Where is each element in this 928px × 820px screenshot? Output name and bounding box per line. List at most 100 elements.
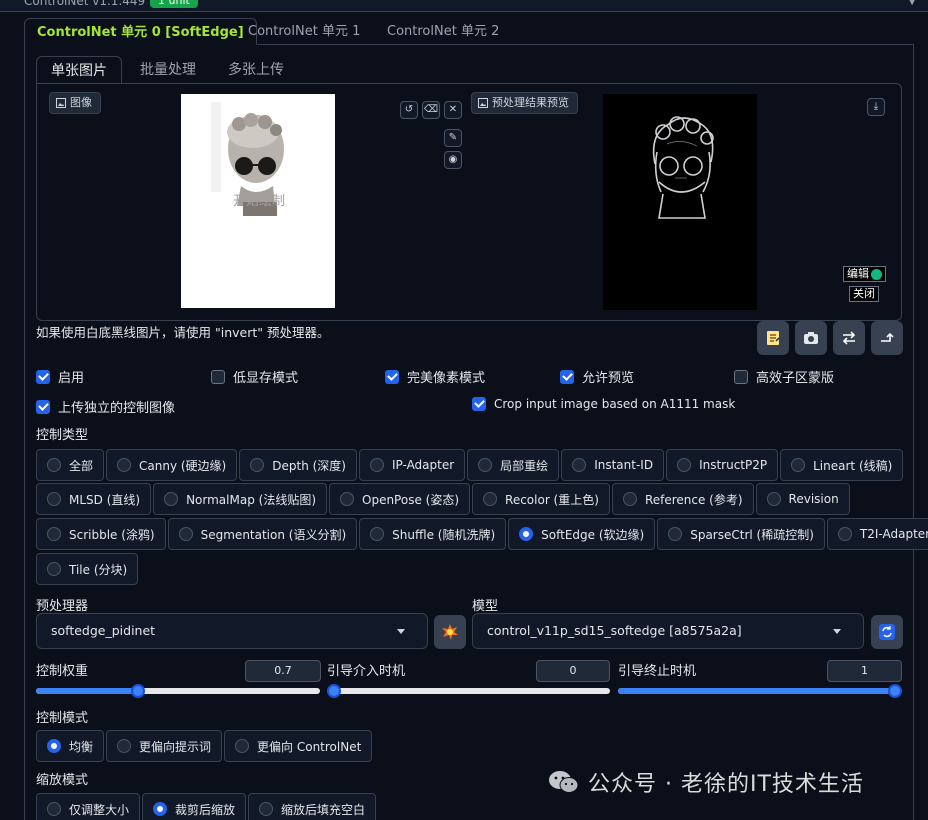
radio-dot[interactable] [117, 739, 132, 753]
download-icon[interactable]: ⤓ [867, 98, 885, 116]
preview-close-button[interactable]: 关闭 [849, 286, 879, 302]
mirror-button[interactable] [833, 321, 865, 355]
control-type-sparsectrl[interactable]: SparseCtrl (稀疏控制) [657, 518, 825, 550]
control-type-instant-id[interactable]: Instant-ID [561, 449, 665, 481]
control-type-t2i-adapter[interactable]: T2I-Adapter [826, 518, 928, 550]
low-vram-checkbox[interactable]: 低显存模式 [211, 367, 298, 386]
control-mode-controlnet[interactable]: 更偏向 ControlNet [224, 730, 373, 762]
control-mode-balanced[interactable]: 均衡 [36, 730, 105, 762]
tab-single-image[interactable]: 单张图片 [36, 56, 122, 84]
controlnet-header[interactable]: ControlNet v1.1.449 1 unit ▼ [0, 0, 928, 12]
resize-mode-resize-fill[interactable]: 缩放后填充空白 [248, 793, 377, 820]
control-type-revision[interactable]: Revision [755, 483, 850, 515]
eraser-icon[interactable]: ⌫ [422, 101, 440, 119]
radio-dot[interactable] [47, 739, 61, 753]
radio-dot[interactable] [677, 458, 692, 472]
radio-dot[interactable] [47, 527, 61, 541]
radio-dot[interactable] [235, 739, 250, 753]
control-type-reference[interactable]: Reference (参考) [611, 483, 754, 515]
control-type-softedge[interactable]: SoftEdge (软边缘) [508, 518, 656, 550]
new-canvas-button[interactable] [757, 321, 789, 355]
control-type-instructp2p[interactable]: InstructP2P [666, 449, 779, 481]
radio-dot[interactable] [766, 492, 781, 506]
resize-mode-crop-resize[interactable]: 裁剪后缩放 [142, 793, 247, 820]
control-type-all[interactable]: 全部 [36, 449, 105, 481]
checkbox-box[interactable] [472, 397, 486, 411]
close-icon[interactable]: ✕ [444, 101, 462, 119]
control-type-mlsd[interactable]: MLSD (直线) [36, 483, 152, 515]
control-type-ip-adapter[interactable]: IP-Adapter [358, 449, 466, 481]
radio-dot[interactable] [519, 527, 534, 541]
radio-dot[interactable] [668, 527, 683, 541]
radio-dot[interactable] [47, 562, 61, 576]
control-type-depth[interactable]: Depth (深度) [239, 449, 357, 481]
guidance-start-slider[interactable] [327, 684, 610, 698]
model-select[interactable]: control_v11p_sd15_softedge [a8575a2a] [472, 613, 864, 649]
radio-dot[interactable] [340, 492, 354, 506]
radio-dot[interactable] [259, 802, 274, 816]
crop-input-checkbox[interactable]: Crop input image based on A1111 mask [472, 397, 735, 411]
control-weight-input[interactable]: 0.7 [245, 660, 321, 682]
control-mode-prompt[interactable]: 更偏向提示词 [106, 730, 223, 762]
guidance-end-slider[interactable] [618, 684, 902, 698]
radio-dot[interactable] [478, 458, 493, 472]
checkbox-box[interactable] [385, 369, 399, 384]
control-type-normalmap[interactable]: NormalMap (法线贴图) [153, 483, 327, 515]
effective-region-mask-checkbox[interactable]: 高效子区蒙版 [734, 367, 834, 386]
control-type-inpaint[interactable]: 局部重绘 [467, 449, 560, 481]
tab-unit-1[interactable]: ControlNet 单元 1 [236, 18, 372, 45]
control-type-canny[interactable]: Canny (硬边缘) [106, 449, 238, 481]
refresh-models-button[interactable] [871, 615, 903, 649]
control-type-scribble[interactable]: Scribble (涂鸦) [36, 518, 166, 550]
tab-multi-upload[interactable]: 多张上传 [214, 56, 298, 84]
guidance-end-input[interactable]: 1 [827, 660, 902, 682]
radio-dot[interactable] [47, 458, 61, 472]
allow-preview-checkbox[interactable]: 允许预览 [560, 367, 634, 386]
control-type-shuffle[interactable]: Shuffle (随机洗牌) [359, 518, 507, 550]
tab-unit-2[interactable]: ControlNet 单元 2 [375, 18, 511, 45]
control-type-segmentation[interactable]: Segmentation (语义分割) [167, 518, 358, 550]
control-weight-slider[interactable] [36, 684, 320, 698]
radio-dot[interactable] [117, 458, 132, 472]
control-type-lineart[interactable]: Lineart (线稿) [780, 449, 904, 481]
undo-icon[interactable]: ↺ [400, 101, 418, 119]
guidance-start-input[interactable]: 0 [536, 660, 610, 682]
checkbox-box[interactable] [36, 369, 50, 384]
tab-unit-0[interactable]: ControlNet 单元 0 [SoftEdge] [24, 18, 257, 45]
control-type-recolor[interactable]: Recolor (重上色) [472, 483, 610, 515]
radio-dot[interactable] [178, 527, 193, 541]
slider-thumb[interactable] [327, 684, 341, 698]
radio-dot[interactable] [164, 492, 179, 506]
checkbox-box[interactable] [734, 369, 748, 384]
radio-dot[interactable] [622, 492, 637, 506]
webcam-button[interactable] [795, 321, 827, 355]
radio-dot[interactable] [153, 802, 168, 816]
radio-dot[interactable] [483, 492, 498, 506]
radio-dot[interactable] [791, 458, 806, 472]
upload-independent-image-checkbox[interactable]: 上传独立的控制图像 [36, 397, 175, 416]
radio-dot[interactable] [837, 527, 852, 541]
send-dimensions-button[interactable] [871, 321, 903, 355]
enable-checkbox[interactable]: 启用 [36, 367, 84, 386]
radio-dot[interactable] [250, 458, 265, 472]
checkbox-box[interactable] [211, 369, 225, 384]
run-preprocessor-button[interactable] [434, 615, 466, 649]
control-type-tile[interactable]: Tile (分块) [36, 553, 139, 585]
checkbox-box[interactable] [36, 399, 50, 414]
tab-batch[interactable]: 批量处理 [126, 56, 210, 84]
control-type-openpose[interactable]: OpenPose (姿态) [329, 483, 471, 515]
preview-edit-button[interactable]: 编辑 [843, 266, 886, 282]
pixel-perfect-checkbox[interactable]: 完美像素模式 [385, 367, 485, 386]
palette-icon[interactable]: ◉ [444, 151, 462, 169]
radio-dot[interactable] [572, 458, 587, 472]
radio-dot[interactable] [47, 492, 61, 506]
collapse-caret-icon[interactable]: ▼ [908, 0, 916, 7]
slider-thumb[interactable] [888, 684, 902, 698]
brush-icon[interactable]: ✎ [444, 129, 462, 147]
radio-dot[interactable] [369, 458, 384, 472]
radio-dot[interactable] [370, 527, 385, 541]
input-image-canvas[interactable]: 开始绘制 [181, 94, 335, 308]
resize-mode-just-resize[interactable]: 仅调整大小 [36, 793, 141, 820]
preprocessor-select[interactable]: softedge_pidinet [36, 613, 428, 649]
radio-dot[interactable] [47, 802, 61, 816]
